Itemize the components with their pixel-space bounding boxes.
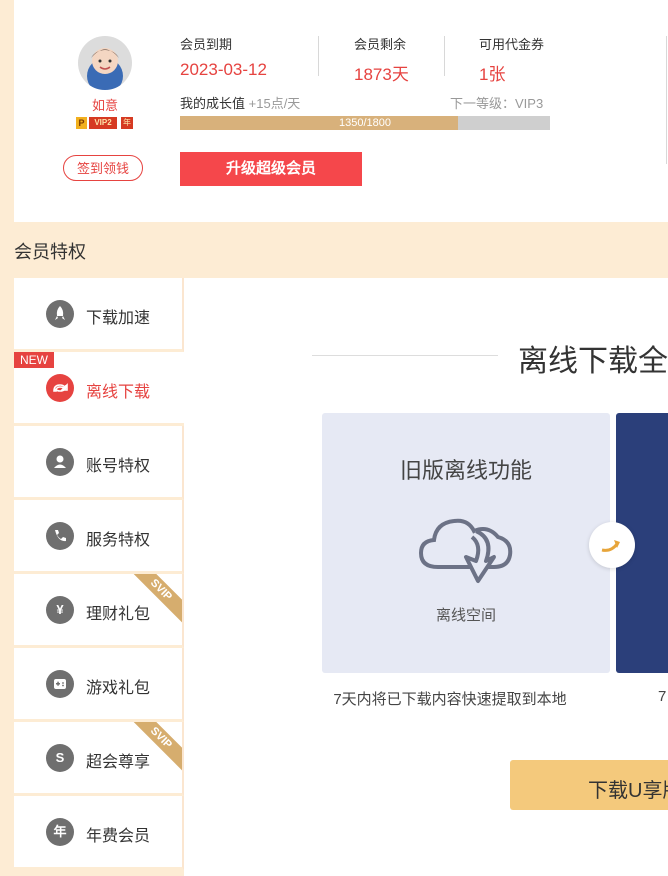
sidebar-item-account[interactable]: 账号特权 <box>14 426 184 500</box>
card-title: 旧版离线功能 <box>399 458 532 483</box>
stat-label: 会员到期 <box>180 37 233 52</box>
sidebar-item-label: 年费会员 <box>86 828 151 845</box>
sign-in-button[interactable]: 签到领钱 <box>63 155 143 181</box>
sidebar-item-label: 账号特权 <box>86 458 151 475</box>
offline-icon <box>46 374 74 402</box>
main-content: 离线下载全 旧版离线功能 离线空间 7天内将已下载内容快速提取到本地 7 下载U… <box>184 278 668 876</box>
stat-vouchers[interactable]: 可用代金券 1张 <box>479 34 544 85</box>
section-title: 会员特权 <box>14 242 86 262</box>
growth-progress-bar: 1350/1800 <box>180 116 550 130</box>
new-tag: NEW <box>14 352 54 368</box>
sidebar-item-label: 游戏礼包 <box>86 680 151 697</box>
user-icon <box>46 448 74 476</box>
gamepad-icon <box>46 670 74 698</box>
growth-label: 我的成长值 +15点/天 <box>180 93 300 112</box>
stat-label: 可用代金券 <box>479 37 545 52</box>
arrow-icon <box>589 522 635 568</box>
sidebar-item-service[interactable]: 服务特权 <box>14 500 184 574</box>
sidebar-item-game-gift[interactable]: 游戏礼包 <box>14 648 184 722</box>
sidebar-item-annual-member[interactable]: 年 年费会员 <box>14 796 184 870</box>
title-divider <box>312 355 498 356</box>
yen-icon: ¥ <box>46 596 74 624</box>
sidebar: 下载加速 NEW 离线下载 账号特权 服务特权 SVIP ¥ 理财礼包 游戏礼包… <box>14 278 184 870</box>
user-info-panel: 如意 P VIP2 年 签到领钱 会员到期 2023-03-12 会员剩余 18… <box>14 0 668 222</box>
sidebar-item-label: 超会尊享 <box>86 754 151 771</box>
stat-label: 会员剩余 <box>354 37 407 52</box>
p-badge: P <box>76 117 87 129</box>
year-badge: 年 <box>121 117 133 129</box>
next-level: 下一等级：VIP3 <box>450 96 544 111</box>
growth-label-text: 我的成长值 <box>180 96 246 111</box>
sidebar-item-label: 理财礼包 <box>86 606 151 623</box>
card-description: 7天内将已下载内容快速提取到本地 <box>333 691 567 708</box>
download-button-label: 下载U享版 <box>588 780 668 802</box>
sidebar-item-label: 服务特权 <box>86 532 151 549</box>
sidebar-item-finance-gift[interactable]: SVIP ¥ 理财礼包 <box>14 574 184 648</box>
stat-expiry: 会员到期 2023-03-12 <box>180 34 267 80</box>
username: 如意 <box>91 98 118 113</box>
sidebar-item-svip-exclusive[interactable]: SVIP S 超会尊享 <box>14 722 184 796</box>
sidebar-item-offline-download[interactable]: NEW 离线下载 <box>14 352 184 426</box>
growth-increment: +15点/天 <box>248 96 301 111</box>
cloud-icon <box>416 509 516 585</box>
old-offline-card: 旧版离线功能 离线空间 <box>322 413 610 673</box>
divider <box>666 36 667 164</box>
s-icon: S <box>46 744 74 772</box>
stat-remaining: 会员剩余 1873天 <box>354 34 409 85</box>
card-description: 7 <box>658 688 667 705</box>
growth-progress-text: 1350/1800 <box>339 117 391 129</box>
upgrade-button[interactable]: 升级超级会员 <box>180 152 362 186</box>
badge-group: P VIP2 年 <box>76 117 136 131</box>
sidebar-item-label: 下载加速 <box>86 310 151 327</box>
divider <box>444 36 445 76</box>
card-subtitle: 离线空间 <box>435 607 496 624</box>
stat-value: 1张 <box>479 65 506 84</box>
sidebar-item-download-speed[interactable]: 下载加速 <box>14 278 184 352</box>
download-button[interactable]: 下载U享版 <box>510 760 668 810</box>
phone-icon <box>46 522 74 550</box>
year-icon: 年 <box>46 818 74 846</box>
vip-badge: VIP2 <box>89 117 117 129</box>
stat-value: 1873天 <box>354 65 409 84</box>
page-title: 离线下载全 <box>518 345 668 378</box>
sidebar-item-label: 离线下载 <box>86 384 151 401</box>
rocket-icon <box>46 300 74 328</box>
avatar[interactable] <box>78 36 132 90</box>
divider <box>318 36 319 76</box>
stat-value: 2023-03-12 <box>180 60 267 79</box>
